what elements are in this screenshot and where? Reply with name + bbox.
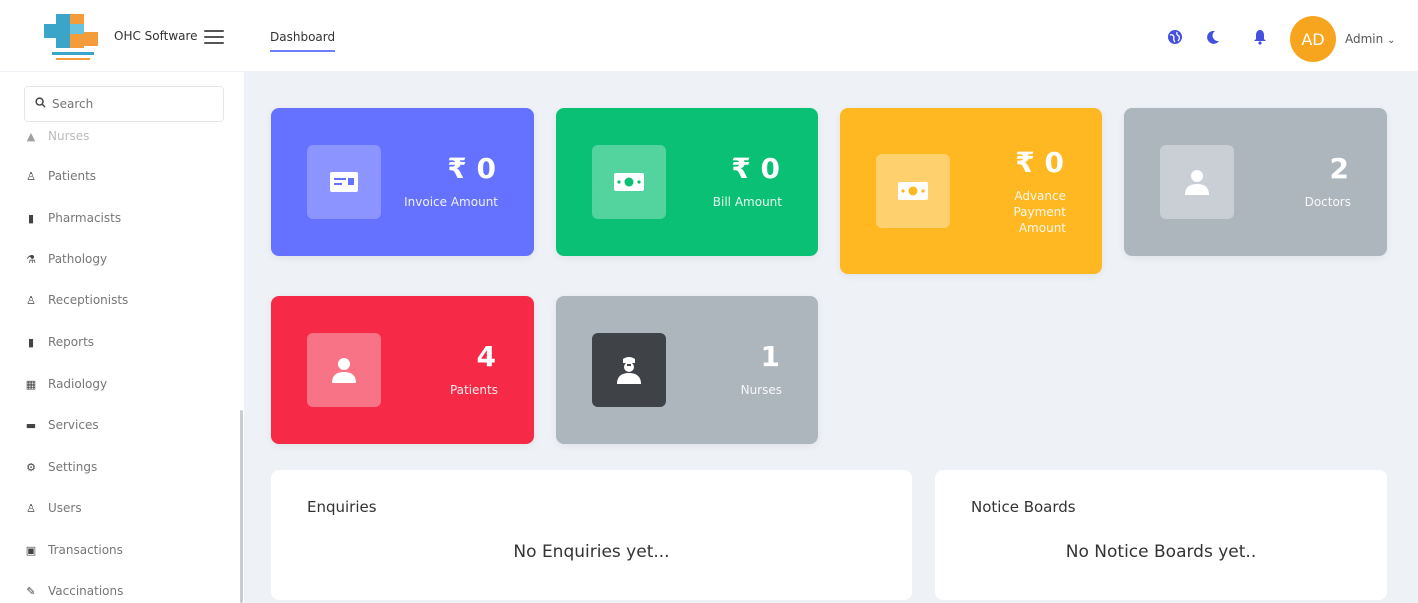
sidebar-item-label: Settings: [48, 460, 98, 474]
app-logo[interactable]: [40, 10, 104, 64]
search-input[interactable]: [52, 97, 212, 111]
money-bill-icon: [592, 145, 666, 219]
sidebar-item-pathology[interactable]: ⚗ Pathology: [24, 249, 107, 269]
card-label: Advance Payment Amount: [1013, 189, 1066, 235]
file-icon: ▮: [27, 335, 35, 349]
sidebar-item-label: Transactions: [48, 543, 123, 557]
card-advance-payment[interactable]: ₹ 0 Advance Payment Amount: [840, 108, 1102, 274]
card-patients[interactable]: 4 Patients: [271, 296, 534, 444]
card-bill-amount[interactable]: ₹ 0 Bill Amount: [556, 108, 818, 256]
user-name: Admin: [1345, 32, 1384, 46]
panel-title: Enquiries: [307, 498, 377, 516]
chevron-down-icon: ⌄: [1387, 35, 1396, 46]
sidebar-item-receptionists[interactable]: ♙ Receptionists: [24, 290, 128, 310]
card-label: Invoice Amount: [404, 195, 498, 209]
sidebar-item-settings[interactable]: ⚙ Settings: [24, 457, 97, 477]
sidebar-item-pharmacists[interactable]: ▮ Pharmacists: [24, 208, 121, 228]
users-icon: ♙: [26, 501, 36, 515]
sidebar-item-label: Radiology: [48, 377, 108, 391]
card-invoice-amount[interactable]: ₹ 0 Invoice Amount: [271, 108, 534, 256]
brand-name: OHC Software: [114, 29, 198, 43]
sidebar-item-vaccinations[interactable]: ✎ Vaccinations: [24, 581, 123, 601]
card-label: Bill Amount: [712, 195, 782, 209]
flask-icon: ⚗: [26, 252, 36, 266]
user-icon: [307, 333, 381, 407]
sidebar-item-users[interactable]: ♙ Users: [24, 498, 82, 518]
syringe-icon: ✎: [26, 584, 36, 598]
sidebar-item-label: Reports: [48, 335, 95, 349]
enquiries-panel: Enquiries No Enquiries yet...: [271, 470, 912, 600]
x-ray-icon: ▦: [25, 377, 37, 391]
money-icon: ▣: [25, 543, 37, 557]
sidebar-item-radiology[interactable]: ▦ Radiology: [24, 374, 107, 394]
sidebar-search[interactable]: [24, 86, 224, 122]
card-value: 1: [760, 340, 780, 373]
user-avatar[interactable]: AD: [1290, 16, 1336, 62]
invoice-icon: [307, 145, 381, 219]
nurse-icon: ▲: [26, 129, 36, 143]
user-icon: ♙: [26, 169, 36, 183]
sidebar-scrollbar[interactable]: [240, 410, 243, 603]
card-value: 4: [476, 340, 496, 373]
notice-boards-panel: Notice Boards No Notice Boards yet..: [935, 470, 1387, 600]
bell-icon[interactable]: [1251, 28, 1269, 46]
card-label: Nurses: [740, 383, 782, 397]
sidebar-item-reports[interactable]: ▮ Reports: [24, 332, 94, 352]
user-menu[interactable]: Admin ⌄: [1345, 32, 1395, 46]
card-label: Patients: [449, 383, 498, 397]
top-header: OHC Software Dashboard AD Admin ⌄: [0, 0, 1418, 72]
sidebar-item-label: Services: [48, 418, 99, 432]
card-value: ₹ 0: [731, 152, 780, 185]
globe-icon[interactable]: [1166, 28, 1184, 46]
sidebar-item-nurses[interactable]: ▲ Nurses: [24, 126, 90, 146]
sidebar-item-label: Pathology: [48, 252, 108, 266]
sidebar-item-label: Receptionists: [48, 293, 129, 307]
sidebar-item-transactions[interactable]: ▣ Transactions: [24, 540, 123, 560]
sidebar-item-patients[interactable]: ♙ Patients: [24, 166, 96, 186]
tab-dashboard[interactable]: Dashboard: [270, 30, 336, 52]
card-value: 2: [1329, 152, 1349, 185]
card-value: ₹ 0: [1015, 146, 1064, 179]
sidebar: ▲ Nurses ♙ Patients ▮ Pharmacists ⚗ Path…: [0, 72, 244, 603]
sidebar-item-label: Vaccinations: [48, 584, 124, 598]
user-tie-icon: ♙: [26, 293, 36, 307]
nurse-icon: [592, 333, 666, 407]
search-icon: [35, 97, 46, 111]
money-bill-icon: [876, 154, 950, 228]
panel-title: Notice Boards: [971, 498, 1076, 516]
sidebar-item-label: Patients: [48, 169, 97, 183]
sidebar-item-label: Pharmacists: [48, 211, 122, 225]
sidebar-item-label: Users: [48, 501, 82, 515]
menu-toggle-icon[interactable]: [204, 30, 224, 44]
sidebar-item-label: Nurses: [48, 129, 90, 143]
briefcase-icon: ▬: [25, 418, 37, 432]
gears-icon: ⚙: [26, 460, 36, 474]
empty-state: No Notice Boards yet..: [1065, 542, 1257, 562]
card-doctors[interactable]: 2 Doctors: [1124, 108, 1387, 256]
file-icon: ▮: [27, 211, 35, 225]
empty-state: No Enquiries yet...: [513, 542, 670, 562]
card-value: ₹ 0: [447, 152, 496, 185]
moon-icon[interactable]: [1204, 28, 1222, 46]
sidebar-item-services[interactable]: ▬ Services: [24, 415, 99, 435]
user-icon: [1160, 145, 1234, 219]
card-label: Doctors: [1304, 195, 1351, 209]
card-nurses[interactable]: 1 Nurses: [556, 296, 818, 444]
